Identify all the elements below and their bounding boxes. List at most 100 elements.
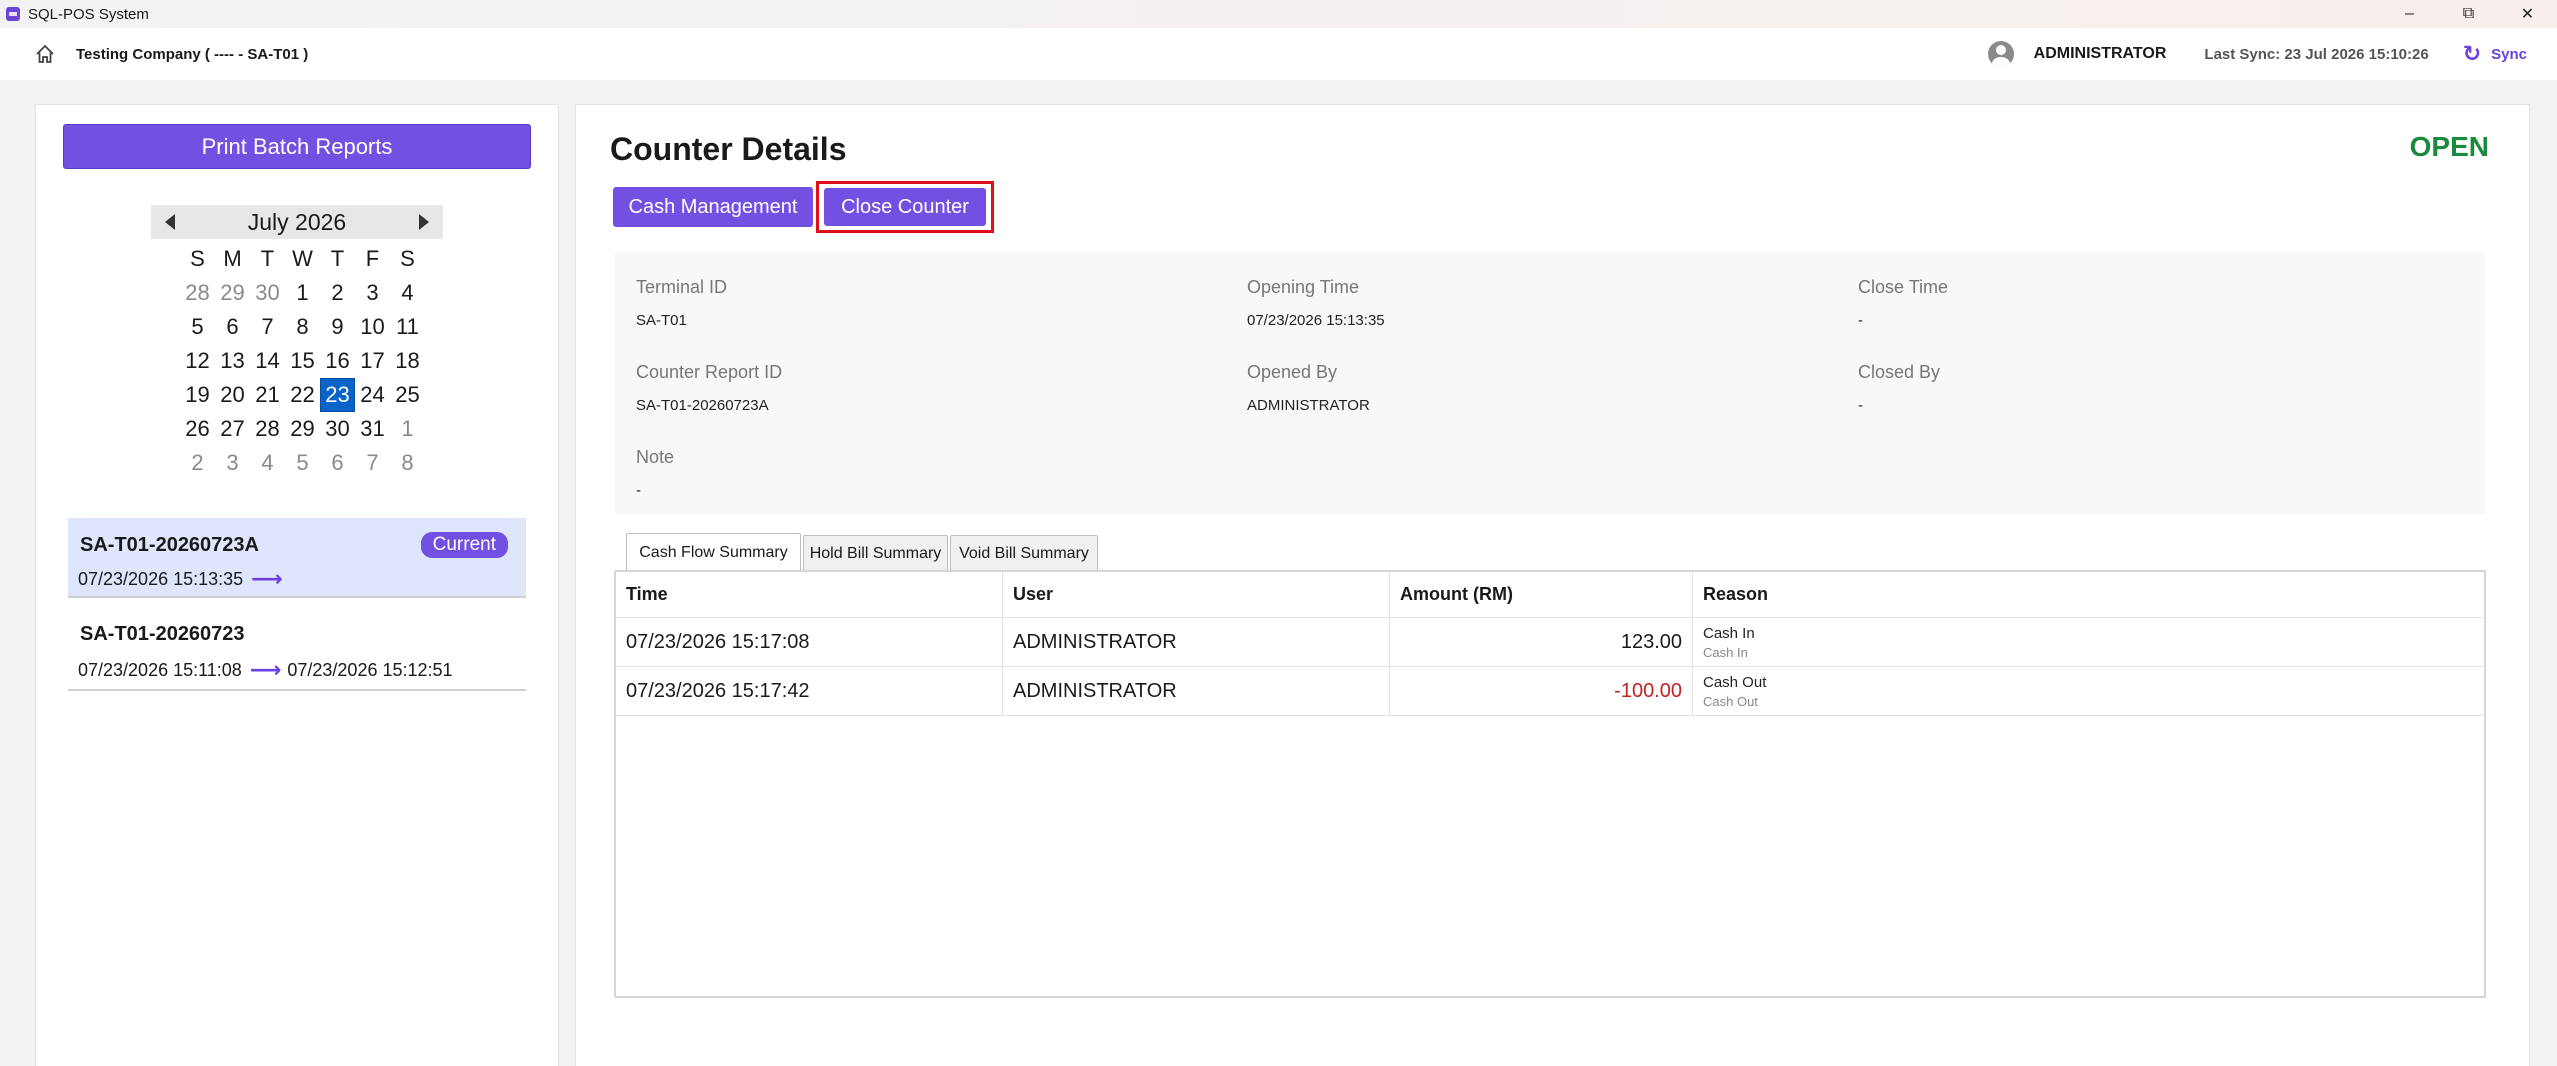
tab-cash-flow-summary[interactable]: Cash Flow Summary: [626, 533, 801, 571]
calendar-day[interactable]: 7: [250, 310, 285, 344]
calendar-day[interactable]: 15: [285, 344, 320, 378]
calendar-day[interactable]: 30: [250, 276, 285, 310]
batch-item-current[interactable]: SA-T01-20260723A Current 07/23/2026 15:1…: [68, 518, 526, 598]
minimize-icon[interactable]: –: [2380, 0, 2439, 28]
calendar-day[interactable]: 29: [285, 412, 320, 446]
calendar-day[interactable]: 22: [285, 378, 320, 412]
calendar-day[interactable]: 1: [285, 276, 320, 310]
calendar-day[interactable]: 24: [355, 378, 390, 412]
calendar-day[interactable]: 29: [215, 276, 250, 310]
calendar-day[interactable]: 16: [320, 344, 355, 378]
user-avatar-icon[interactable]: [1987, 41, 2014, 67]
calendar-day[interactable]: 7: [355, 446, 390, 480]
batch-time-range: 07/23/2026 15:13:35 ⟶: [78, 566, 289, 592]
cell-amount: 123.00: [1390, 618, 1693, 666]
calendar-day[interactable]: 5: [285, 446, 320, 480]
reason-text: Cash In: [1703, 624, 1755, 642]
calendar-weekday: M: [223, 246, 242, 271]
calendar-week-row: 19 20 21 22 23 24 25: [180, 378, 425, 412]
column-header-amount[interactable]: Amount (RM): [1390, 572, 1693, 617]
calendar-day[interactable]: 10: [355, 310, 390, 344]
cash-management-button[interactable]: Cash Management: [613, 187, 813, 227]
tab-hold-bill-summary[interactable]: Hold Bill Summary: [803, 535, 948, 571]
calendar-day[interactable]: 27: [215, 412, 250, 446]
note-label: Note: [636, 447, 675, 467]
batch-end-time: 07/23/2026 15:12:51: [287, 659, 453, 680]
batch-item[interactable]: SA-T01-20260723 07/23/2026 15:11:08 ⟶ 07…: [68, 603, 526, 691]
table-header-row: Time User Amount (RM) Reason: [616, 572, 2484, 618]
sync-button[interactable]: Sync: [2491, 46, 2527, 63]
calendar-day[interactable]: 21: [250, 378, 285, 412]
calendar-day[interactable]: 4: [250, 446, 285, 480]
calendar-day[interactable]: 2: [320, 276, 355, 310]
company-name: Testing Company ( ---- - SA-T01 ): [76, 45, 309, 63]
calendar-day[interactable]: 6: [215, 310, 250, 344]
last-sync-text: Last Sync: 23 Jul 2026 15:10:26: [2204, 45, 2429, 63]
calendar-day[interactable]: 26: [180, 412, 215, 446]
calendar-weekday-row: SMTWTFS: [180, 242, 425, 276]
calendar-day[interactable]: 3: [355, 276, 390, 310]
counter-details-panel: Counter Details OPEN Cash Management Clo…: [575, 104, 2530, 1066]
calendar-day[interactable]: 2: [180, 446, 215, 480]
closed-by-field: Closed By -: [1858, 362, 1940, 414]
user-name: ADMINISTRATOR: [2033, 45, 2167, 62]
calendar-day[interactable]: 25: [390, 378, 425, 412]
summary-tabs: Cash Flow Summary Hold Bill Summary Void…: [626, 533, 1100, 571]
close-time-field: Close Time -: [1858, 277, 1948, 329]
column-header-time[interactable]: Time: [616, 572, 1003, 617]
close-window-icon[interactable]: ✕: [2498, 0, 2557, 28]
closed-by-value: -: [1858, 397, 1863, 414]
calendar-day[interactable]: 18: [390, 344, 425, 378]
cell-time: 07/23/2026 15:17:42: [616, 667, 1003, 715]
calendar-day[interactable]: 6: [320, 446, 355, 480]
calendar-day[interactable]: 28: [250, 412, 285, 446]
calendar-day[interactable]: 13: [215, 344, 250, 378]
calendar-day[interactable]: 31: [355, 412, 390, 446]
table-row[interactable]: 07/23/2026 15:17:42 ADMINISTRATOR -100.0…: [616, 667, 2484, 716]
calendar-day[interactable]: 1: [390, 412, 425, 446]
close-counter-button[interactable]: Close Counter: [824, 188, 986, 226]
calendar-prev-icon[interactable]: [165, 214, 175, 230]
calendar-day[interactable]: 23: [320, 378, 355, 412]
counter-report-id-field: Counter Report ID SA-T01-20260723A: [636, 362, 782, 414]
opened-by-field: Opened By ADMINISTRATOR: [1247, 362, 1370, 414]
calendar-header: July 2026: [151, 205, 443, 239]
batch-time-range: 07/23/2026 15:11:08 ⟶ 07/23/2026 15:12:5…: [78, 657, 453, 683]
opening-time-label: Opening Time: [1247, 277, 1360, 297]
close-time-label: Close Time: [1858, 277, 1949, 297]
page-title: Counter Details: [610, 131, 847, 167]
calendar-week-row: 5 6 7 8 9 10 11: [180, 310, 425, 344]
calendar-day[interactable]: 19: [180, 378, 215, 412]
sync-icon[interactable]: ↻: [2463, 41, 2481, 67]
calendar-day[interactable]: 28: [180, 276, 215, 310]
calendar-month-label[interactable]: July 2026: [248, 209, 346, 236]
restore-icon[interactable]: ⧉: [2439, 0, 2498, 28]
table-row[interactable]: 07/23/2026 15:17:08 ADMINISTRATOR 123.00…: [616, 618, 2484, 667]
calendar-week-row: 12 13 14 15 16 17 18: [180, 344, 425, 378]
tab-void-bill-summary[interactable]: Void Bill Summary: [950, 535, 1098, 571]
column-header-user[interactable]: User: [1003, 572, 1390, 617]
calendar-day[interactable]: 8: [285, 310, 320, 344]
calendar-day[interactable]: 8: [390, 446, 425, 480]
calendar-weekday: F: [365, 246, 380, 271]
calendar-day[interactable]: 14: [250, 344, 285, 378]
calendar-day[interactable]: 4: [390, 276, 425, 310]
home-icon[interactable]: [34, 43, 56, 65]
calendar-day[interactable]: 11: [390, 310, 425, 344]
calendar-day[interactable]: 20: [215, 378, 250, 412]
calendar-day[interactable]: 17: [355, 344, 390, 378]
column-header-reason[interactable]: Reason: [1693, 572, 2484, 617]
calendar-day[interactable]: 3: [215, 446, 250, 480]
calendar-next-icon[interactable]: [419, 214, 429, 230]
print-batch-reports-button[interactable]: Print Batch Reports: [63, 124, 531, 169]
calendar-day[interactable]: 9: [320, 310, 355, 344]
calendar-day[interactable]: 5: [180, 310, 215, 344]
terminal-id-label: Terminal ID: [636, 277, 728, 297]
cell-user: ADMINISTRATOR: [1003, 667, 1390, 715]
terminal-id-field: Terminal ID SA-T01: [636, 277, 727, 329]
calendar-day[interactable]: 30: [320, 412, 355, 446]
opened-by-value: ADMINISTRATOR: [1247, 397, 1370, 414]
cell-time: 07/23/2026 15:17:08: [616, 618, 1003, 666]
cell-reason: Cash In Cash In: [1693, 618, 2484, 666]
calendar-day[interactable]: 12: [180, 344, 215, 378]
